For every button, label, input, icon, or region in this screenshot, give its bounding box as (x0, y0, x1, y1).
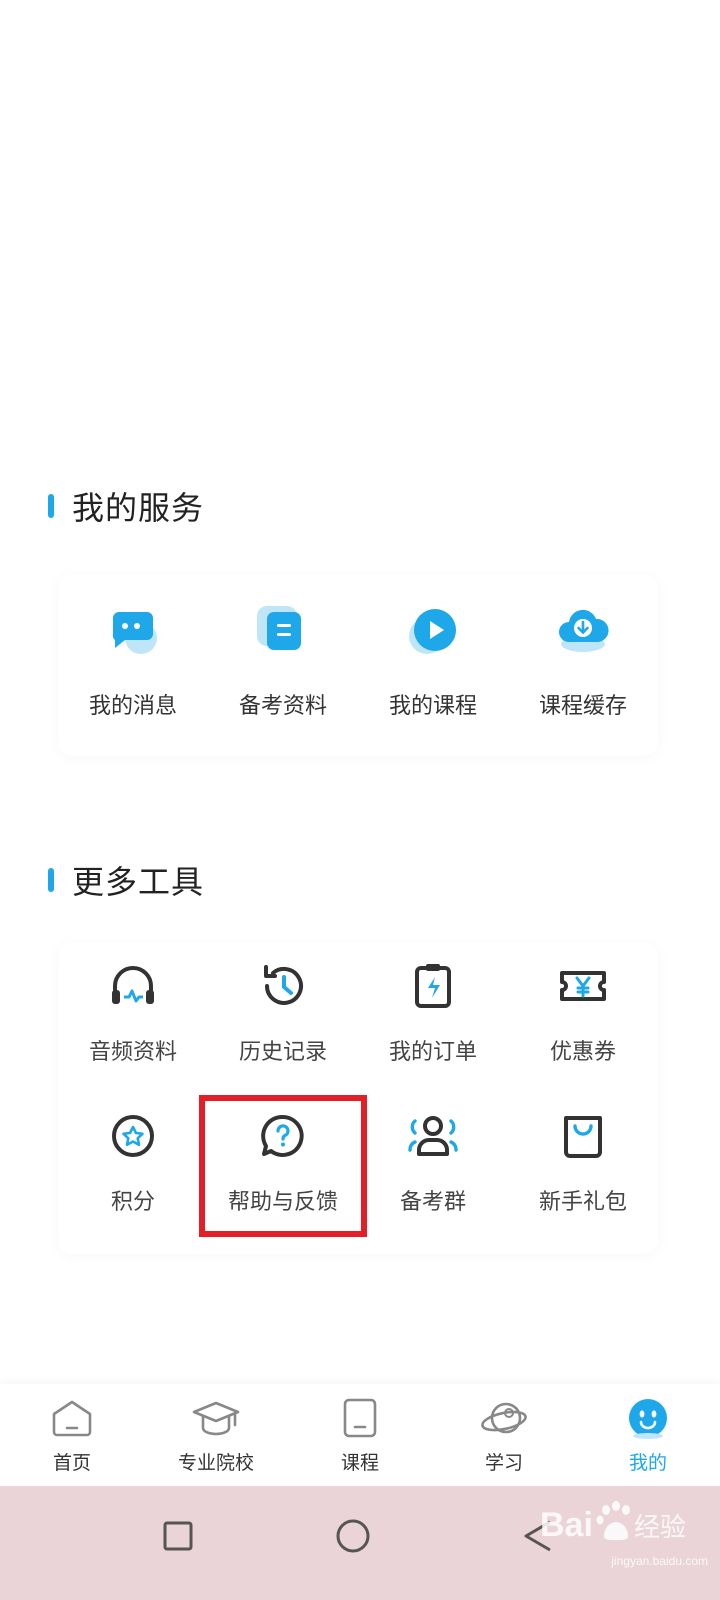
nav-label: 课程 (340, 1452, 379, 1474)
planet-icon (480, 1396, 528, 1440)
tool-label: 历史记录 (238, 1040, 327, 1065)
tool-audio-materials[interactable]: 音频资料 (58, 960, 208, 1110)
tool-newbie-gift[interactable]: 新手礼包 (508, 1110, 658, 1260)
order-clipboard-icon (407, 960, 459, 1012)
tools-section-title: 更多工具 (72, 863, 205, 901)
star-badge-icon (107, 1110, 159, 1162)
tool-label: 积分 (110, 1190, 155, 1215)
headphones-icon (107, 960, 159, 1012)
tools-section-header: 更多工具 (48, 860, 205, 901)
service-label: 课程缓存 (538, 694, 627, 719)
baidu-logo-icon: Bai 经验 (540, 1501, 686, 1544)
bottom-nav: 首页 专业院校 课程 学习 我的 (0, 1384, 720, 1486)
service-label: 我的课程 (388, 694, 477, 719)
service-my-messages[interactable]: 我的消息 (58, 600, 208, 720)
play-icon (403, 600, 463, 660)
graduation-cap-icon (192, 1396, 240, 1440)
service-course-cache[interactable]: 课程缓存 (508, 600, 658, 720)
nav-mine[interactable]: 我的 (576, 1384, 720, 1486)
yen-ticket-icon (557, 960, 609, 1012)
section-accent-bar (48, 494, 54, 518)
tool-coupons[interactable]: 优惠券 (508, 960, 658, 1110)
highlight-box (199, 1095, 367, 1237)
service-label: 我的消息 (88, 694, 177, 719)
nav-home[interactable]: 首页 (0, 1384, 144, 1486)
services-section-header: 我的服务 (48, 486, 205, 527)
tool-label: 优惠券 (549, 1040, 616, 1065)
chat-bubble-icon (103, 600, 163, 660)
service-label: 备考资料 (238, 694, 327, 719)
nav-label: 我的 (628, 1452, 667, 1474)
services-section-title: 我的服务 (72, 489, 205, 527)
nav-study[interactable]: 学习 (432, 1384, 576, 1486)
svg-text:经验: 经验 (634, 1512, 686, 1542)
services-grid: 我的消息 备考资料 我的课程 课程缓存 (58, 600, 658, 720)
service-my-courses[interactable]: 我的课程 (358, 600, 508, 720)
service-study-materials[interactable]: 备考资料 (208, 600, 358, 720)
section-accent-bar (48, 868, 54, 892)
home-icon (48, 1396, 96, 1440)
tool-label: 我的订单 (388, 1040, 477, 1065)
tool-points[interactable]: 积分 (58, 1110, 208, 1260)
user-group-icon (407, 1110, 459, 1162)
smiley-avatar-icon (624, 1396, 672, 1440)
baidu-jingyan-watermark: Bai 经验 jingyan.baidu.com (540, 1496, 716, 1568)
tool-label: 备考群 (399, 1190, 466, 1215)
recent-apps-icon[interactable] (150, 1508, 206, 1564)
nav-label: 学习 (484, 1452, 523, 1474)
tool-label: 新手礼包 (538, 1190, 627, 1215)
nav-label: 首页 (52, 1452, 91, 1474)
nav-label: 专业院校 (177, 1452, 254, 1474)
svg-text:Bai: Bai (540, 1506, 593, 1544)
shopping-bag-icon (557, 1110, 609, 1162)
history-clock-icon (257, 960, 309, 1012)
tool-label: 音频资料 (88, 1040, 177, 1065)
document-icon (253, 600, 313, 660)
nav-courses[interactable]: 课程 (288, 1384, 432, 1486)
nav-majors-schools[interactable]: 专业院校 (144, 1384, 288, 1486)
home-circle-icon[interactable] (325, 1508, 381, 1564)
tool-history[interactable]: 历史记录 (208, 960, 358, 1110)
tool-study-group[interactable]: 备考群 (358, 1110, 508, 1260)
cloud-download-icon (553, 600, 613, 660)
watermark-url: jingyan.baidu.com (611, 1554, 708, 1568)
tool-my-orders[interactable]: 我的订单 (358, 960, 508, 1110)
course-book-icon (336, 1396, 384, 1440)
